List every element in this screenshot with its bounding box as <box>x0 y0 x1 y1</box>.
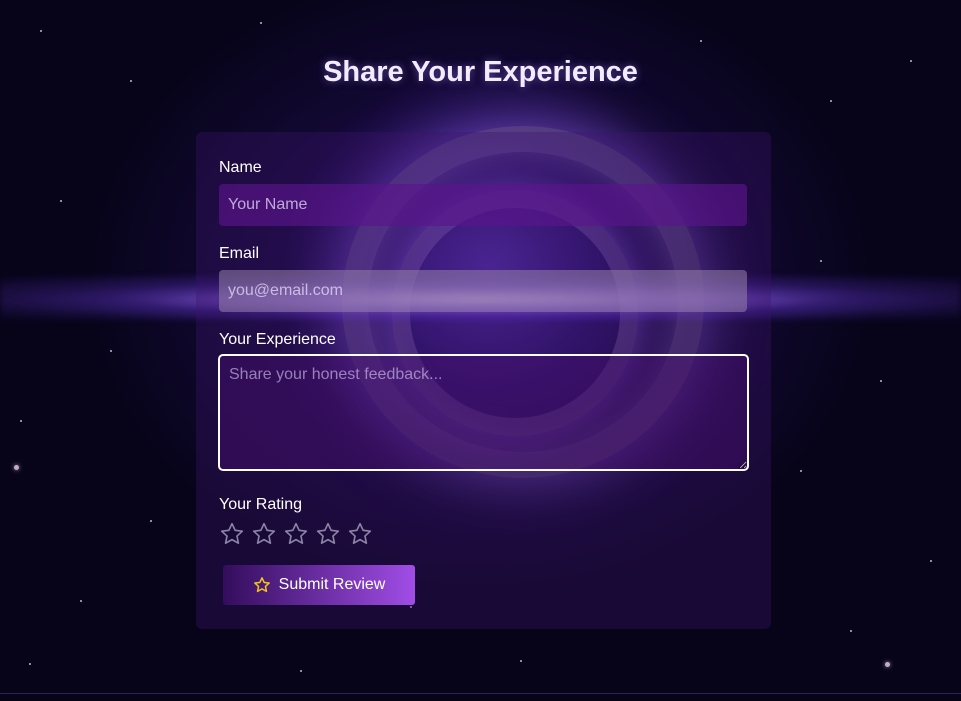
email-label: Email <box>219 245 260 262</box>
star-outline-icon[interactable] <box>219 521 245 547</box>
star-outline-icon[interactable] <box>315 521 341 547</box>
experience-label: Your Experience <box>219 331 336 348</box>
star-outline-icon[interactable] <box>283 521 309 547</box>
rating-label: Your Rating <box>219 496 303 513</box>
page-title: Share Your Experience <box>323 56 638 88</box>
submit-review-label: Submit Review <box>278 576 386 593</box>
star-outline-icon[interactable] <box>251 521 277 547</box>
star-rating <box>219 521 373 547</box>
name-label: Name <box>219 159 262 176</box>
name-input[interactable] <box>219 184 747 226</box>
bottom-divider <box>0 693 961 694</box>
email-input[interactable] <box>219 270 747 312</box>
review-form: Name Email Your Experience Your Rating S… <box>196 132 771 629</box>
submit-review-button[interactable]: Submit Review <box>223 565 415 605</box>
experience-textarea[interactable] <box>218 354 749 471</box>
star-icon <box>253 577 270 593</box>
star-outline-icon[interactable] <box>347 521 373 547</box>
